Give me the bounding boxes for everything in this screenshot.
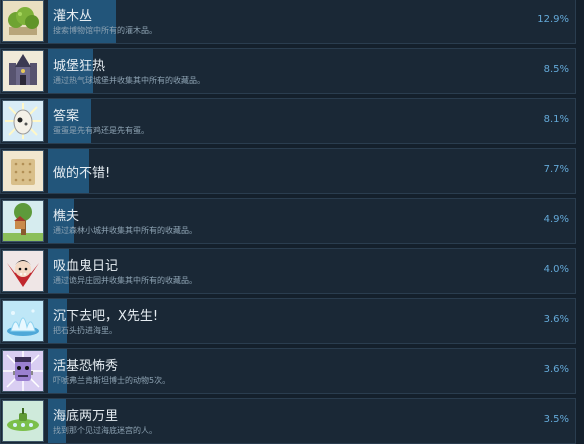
achievement-description: 找到那个见过海底迷宫的人。 [53,426,157,435]
achievement-title: 活基恐怖秀 [53,359,119,374]
vampire-icon [2,250,44,292]
splash-icon [2,300,44,342]
achievement-title: 海底两万里 [53,409,119,424]
achievement-description: 通过热气球城堡并收集其中所有的收藏品。 [53,76,205,85]
achievement-title: 灌木丛 [53,9,93,24]
castle-icon [2,50,44,92]
achievement-row[interactable]: 吸血鬼日记 通过诡异庄园并收集其中所有的收藏品。 4.0% [0,248,576,294]
unlock-percentage: 4.0% [543,264,569,275]
unlock-percentage: 8.5% [543,64,569,75]
unlock-percentage: 3.6% [543,364,569,375]
submarine-icon [2,400,44,442]
achievement-description: 把石头扔进海里。 [53,326,117,335]
achievement-title: 沉下去吧，X先生! [53,309,159,324]
achievement-description: 吓唬弗兰肯斯坦博士的动物5次。 [53,376,171,385]
achievement-title: 吸血鬼日记 [53,259,119,274]
achievement-row[interactable]: 城堡狂热 通过热气球城堡并收集其中所有的收藏品。 8.5% [0,48,576,94]
tree-house-icon [2,200,44,242]
unlock-percentage: 3.5% [543,414,569,425]
achievement-description: 通过诡异庄园并收集其中所有的收藏品。 [53,276,197,285]
achievement-description: 通过森林小城并收集其中所有的收藏品。 [53,226,197,235]
achievement-row[interactable]: 活基恐怖秀 吓唬弗兰肯斯坦博士的动物5次。 3.6% [0,348,576,394]
achievement-title: 答案 [53,109,80,124]
green-shrub-icon [2,0,44,42]
achievement-row[interactable]: 灌木丛 搜索博物馆中所有的灌木品。 12.9% [0,0,576,44]
monster-icon [2,350,44,392]
achievement-title: 城堡狂热 [53,59,106,74]
achievement-row[interactable]: 海底两万里 找到那个见过海底迷宫的人。 3.5% [0,398,576,444]
achievement-row[interactable]: 沉下去吧，X先生! 把石头扔进海里。 3.6% [0,298,576,344]
achievement-description: 蛋蛋是先有鸡还是先有蛋。 [53,126,149,135]
achievement-title: 樵夫 [53,209,80,224]
achievement-row[interactable]: 做的不错! 7.7% [0,148,576,194]
achievement-row[interactable]: 答案 蛋蛋是先有鸡还是先有蛋。 8.1% [0,98,576,144]
achievement-description: 搜索博物馆中所有的灌木品。 [53,26,157,35]
unlock-percentage: 12.9% [537,14,569,25]
cracker-icon [2,150,44,192]
achievement-list: 灌木丛 搜索博物馆中所有的灌木品。 12.9% 城堡狂热 通过热气球城堡并收集其… [0,0,584,444]
unlock-percentage: 8.1% [543,114,569,125]
unlock-percentage: 7.7% [543,164,569,175]
unlock-percentage: 3.6% [543,314,569,325]
unlock-percentage: 4.9% [543,214,569,225]
egg-icon [2,100,44,142]
achievement-row[interactable]: 樵夫 通过森林小城并收集其中所有的收藏品。 4.9% [0,198,576,244]
achievement-title: 做的不错! [53,166,111,181]
